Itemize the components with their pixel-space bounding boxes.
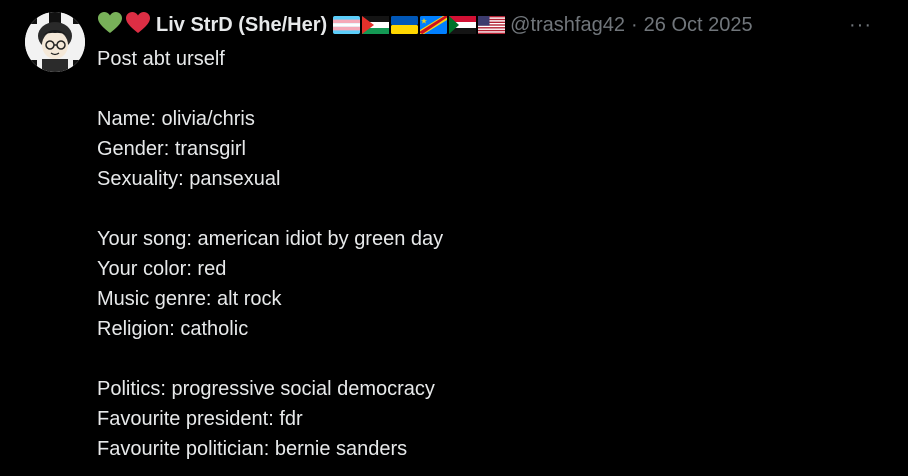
tweet-line <box>97 194 877 224</box>
post-date[interactable]: 26 Oct 2025 <box>644 14 753 37</box>
tweet-line: Name: olivia/chris <box>97 108 255 130</box>
ukraine-flag-icon <box>391 16 419 34</box>
green-heart-icon <box>97 11 123 40</box>
tweet-line: Music genre: alt rock <box>97 288 282 310</box>
tweet-line: Favourite president: fdr <box>97 408 303 430</box>
tweet-line: Politics: progressive social democracy <box>97 378 435 400</box>
tweet-line: Religion: catholic <box>97 318 249 340</box>
tweet-line: Your song: american idiot by green day <box>97 228 444 250</box>
tweet-line: Post abt urself <box>97 48 225 70</box>
user-handle[interactable]: @trashfag42 <box>510 14 625 37</box>
transgender-flag-icon <box>333 16 361 34</box>
tweet-line <box>97 74 877 104</box>
tweet-line <box>97 344 877 374</box>
name-emojis <box>97 11 151 40</box>
tweet-line: Favourite politician: bernie sanders <box>97 438 408 460</box>
tweet: Liv StrD (She/Her) @trashfag42 · 26 Oct … <box>0 0 908 476</box>
flag-list <box>333 16 506 34</box>
display-name[interactable]: Liv StrD (She/Her) <box>156 14 327 37</box>
usa-flag-icon <box>478 16 506 34</box>
red-heart-icon <box>125 11 151 40</box>
sudan-flag-icon <box>449 16 477 34</box>
avatar[interactable] <box>25 12 85 72</box>
tweet-line: Sexuality: pansexual <box>97 168 281 190</box>
congo-flag-icon <box>420 16 448 34</box>
separator-dot: · <box>630 13 638 36</box>
tweet-header: Liv StrD (She/Her) @trashfag42 · 26 Oct … <box>97 10 753 40</box>
tweet-line: Gender: transgirl <box>97 138 246 160</box>
more-options-button[interactable]: ··· <box>849 10 872 40</box>
tweet-text: Post abt urself Name: olivia/chris Gende… <box>97 44 877 464</box>
palestine-flag-icon <box>362 16 390 34</box>
tweet-line: Your color: red <box>97 258 227 280</box>
